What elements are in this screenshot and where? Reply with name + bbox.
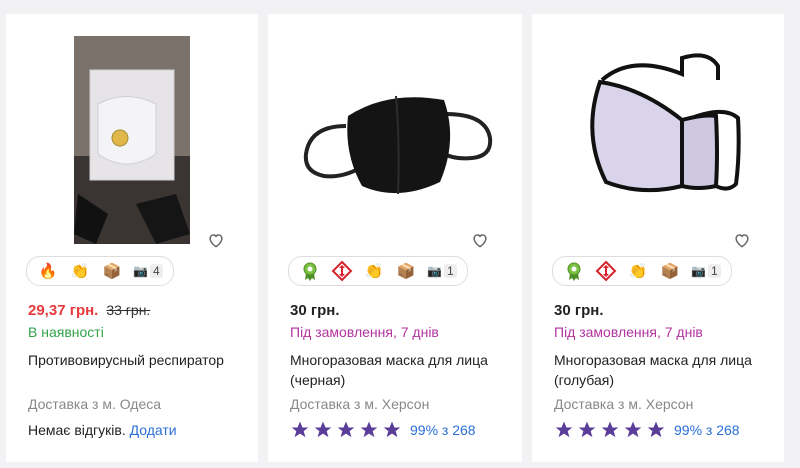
star-icon xyxy=(578,421,596,438)
product-title[interactable]: Многоразовая маска для лица (черная) xyxy=(290,350,500,390)
rating-stars[interactable]: 99% з 268 xyxy=(290,420,476,440)
photo-count-value: 1 xyxy=(443,264,457,278)
delivery-info: Доставка з м. Одеса xyxy=(28,396,162,412)
product-card[interactable]: 👏 📦 📷 1 30 грн. Під замовлення, 7 днів М… xyxy=(532,14,784,462)
star-icon xyxy=(360,421,378,438)
heart-icon[interactable] xyxy=(206,230,226,250)
star-icon xyxy=(337,421,355,438)
price: 29,37 грн. 33 грн. xyxy=(28,302,150,319)
clapping-hands-icon: 👏 xyxy=(628,263,648,280)
current-price: 30 грн. xyxy=(554,302,604,319)
clapping-hands-icon: 👏 xyxy=(70,263,90,280)
product-image[interactable] xyxy=(268,34,522,246)
camera-icon: 📷 xyxy=(691,264,706,278)
photo-count[interactable]: 📷 1 xyxy=(691,264,721,278)
product-card[interactable]: 👏 📦 📷 1 30 грн. Під замовлення, 7 днів М… xyxy=(268,14,522,462)
star-icon xyxy=(555,421,573,438)
badges-bar: 👏 📦 📷 1 xyxy=(288,256,468,286)
product-image[interactable] xyxy=(6,34,258,246)
product-title[interactable]: Многоразовая маска для лица (голубая) xyxy=(554,350,764,390)
reviews-info: Немає відгуків. Додати xyxy=(28,422,177,438)
photo-count-value: 4 xyxy=(149,264,163,278)
no-reviews-text: Немає відгуків. xyxy=(28,422,126,438)
badges-bar: 👏 📦 📷 1 xyxy=(552,256,732,286)
availability-status: Під замовлення, 7 днів xyxy=(290,324,439,340)
nova-poshta-icon xyxy=(595,260,617,282)
product-card[interactable]: 🔥 👏 📦 📷 4 29,37 грн. 33 грн. В наявності … xyxy=(6,14,258,462)
star-icon xyxy=(624,421,642,438)
fire-icon: 🔥 xyxy=(38,263,58,280)
availability-status: Під замовлення, 7 днів xyxy=(554,324,703,340)
add-review-link[interactable]: Додати xyxy=(130,422,177,438)
star-icon xyxy=(314,421,332,438)
award-ribbon-icon xyxy=(303,262,317,281)
camera-icon: 📷 xyxy=(427,264,442,278)
photo-count-value: 1 xyxy=(707,264,721,278)
package-icon: 📦 xyxy=(660,263,680,280)
photo-count[interactable]: 📷 4 xyxy=(133,264,163,278)
star-icon xyxy=(601,421,619,438)
star-icon xyxy=(383,421,401,438)
delivery-info: Доставка з м. Херсон xyxy=(290,396,430,412)
heart-icon[interactable] xyxy=(470,230,490,250)
availability-status: В наявності xyxy=(28,324,104,340)
rating-value[interactable]: 99% з 268 xyxy=(674,422,740,438)
delivery-info: Доставка з м. Херсон xyxy=(554,396,694,412)
package-icon: 📦 xyxy=(102,263,122,280)
current-price: 30 грн. xyxy=(290,302,340,319)
award-ribbon-icon xyxy=(567,262,581,281)
rating-stars[interactable]: 99% з 268 xyxy=(554,420,740,440)
star-icon xyxy=(291,421,309,438)
heart-icon[interactable] xyxy=(732,230,752,250)
badges-bar: 🔥 👏 📦 📷 4 xyxy=(26,256,174,286)
rating-value[interactable]: 99% з 268 xyxy=(410,422,476,438)
package-icon: 📦 xyxy=(396,263,416,280)
camera-icon: 📷 xyxy=(133,264,148,278)
product-image[interactable] xyxy=(532,34,784,246)
nova-poshta-icon xyxy=(331,260,353,282)
clapping-hands-icon: 👏 xyxy=(364,263,384,280)
star-icon xyxy=(647,421,665,438)
product-title[interactable]: Противовирусный респиратор xyxy=(28,350,238,370)
photo-count[interactable]: 📷 1 xyxy=(427,264,457,278)
old-price: 33 грн. xyxy=(106,302,151,318)
current-price: 29,37 грн. xyxy=(28,302,99,319)
